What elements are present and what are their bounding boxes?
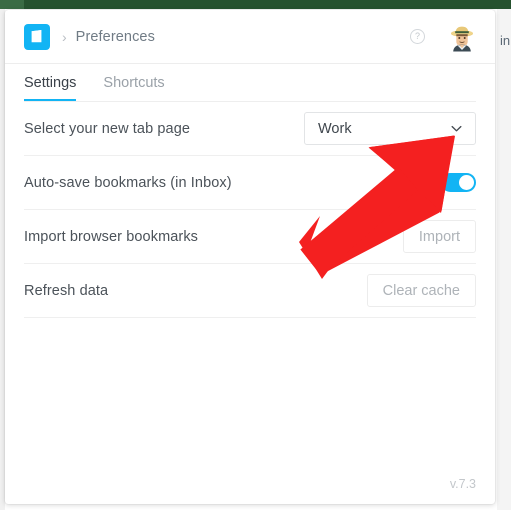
- new-tab-page-select[interactable]: Work: [304, 112, 476, 145]
- setting-label-import-bookmarks: Import browser bookmarks: [24, 228, 199, 245]
- setting-control-refresh-data: Clear cache: [366, 274, 476, 307]
- tab-settings-label: Settings: [24, 75, 77, 91]
- setting-control-new-tab-page: Work: [304, 112, 476, 145]
- auto-save-bookmarks-toggle[interactable]: [441, 173, 476, 192]
- setting-row-import-bookmarks: Import browser bookmarks Import: [24, 210, 476, 264]
- user-avatar-icon[interactable]: [447, 22, 477, 52]
- desktop-background-right: [497, 9, 511, 510]
- page-title: Preferences: [75, 28, 155, 45]
- auto-save-bookmarks-toggle-knob: [459, 175, 474, 190]
- new-tab-page-select-value: Work: [318, 120, 352, 137]
- panel-header: › Preferences ?: [5, 10, 495, 64]
- tab-shortcuts-label: Shortcuts: [103, 75, 165, 91]
- page-root: in › Preferences ? Settings Shortcuts Se…: [0, 0, 511, 510]
- breadcrumb-separator-icon: ›: [62, 28, 67, 45]
- setting-row-new-tab-page: Select your new tab page Work: [24, 102, 476, 156]
- import-button[interactable]: Import: [402, 220, 476, 253]
- preferences-panel: › Preferences ? Settings Shortcuts Selec…: [5, 10, 495, 504]
- tab-shortcuts[interactable]: Shortcuts: [103, 75, 164, 100]
- tab-bar: Settings Shortcuts: [5, 64, 495, 102]
- setting-control-auto-save-bookmarks: [441, 173, 476, 192]
- setting-control-import-bookmarks: Import: [402, 220, 476, 253]
- help-circle-icon[interactable]: ?: [410, 29, 425, 44]
- setting-label-new-tab-page: Select your new tab page: [24, 120, 191, 137]
- setting-label-refresh-data: Refresh data: [24, 282, 109, 299]
- background-clipped-text: in: [500, 33, 511, 48]
- setting-label-auto-save-bookmarks: Auto-save bookmarks (in Inbox): [24, 174, 232, 191]
- new-tab-page-select-chevron[interactable]: [450, 122, 463, 135]
- browser-top-strip: [0, 0, 511, 9]
- browser-top-strip-accent: [0, 0, 24, 9]
- clear-cache-button[interactable]: Clear cache: [366, 274, 476, 307]
- setting-row-refresh-data: Refresh data Clear cache: [24, 264, 476, 318]
- version-label: v.7.3: [449, 477, 476, 491]
- setting-row-auto-save-bookmarks: Auto-save bookmarks (in Inbox): [24, 156, 476, 210]
- tab-settings[interactable]: Settings: [24, 75, 77, 101]
- app-logo-icon[interactable]: [24, 23, 50, 50]
- settings-list: Select your new tab page Work Auto-save …: [5, 102, 495, 318]
